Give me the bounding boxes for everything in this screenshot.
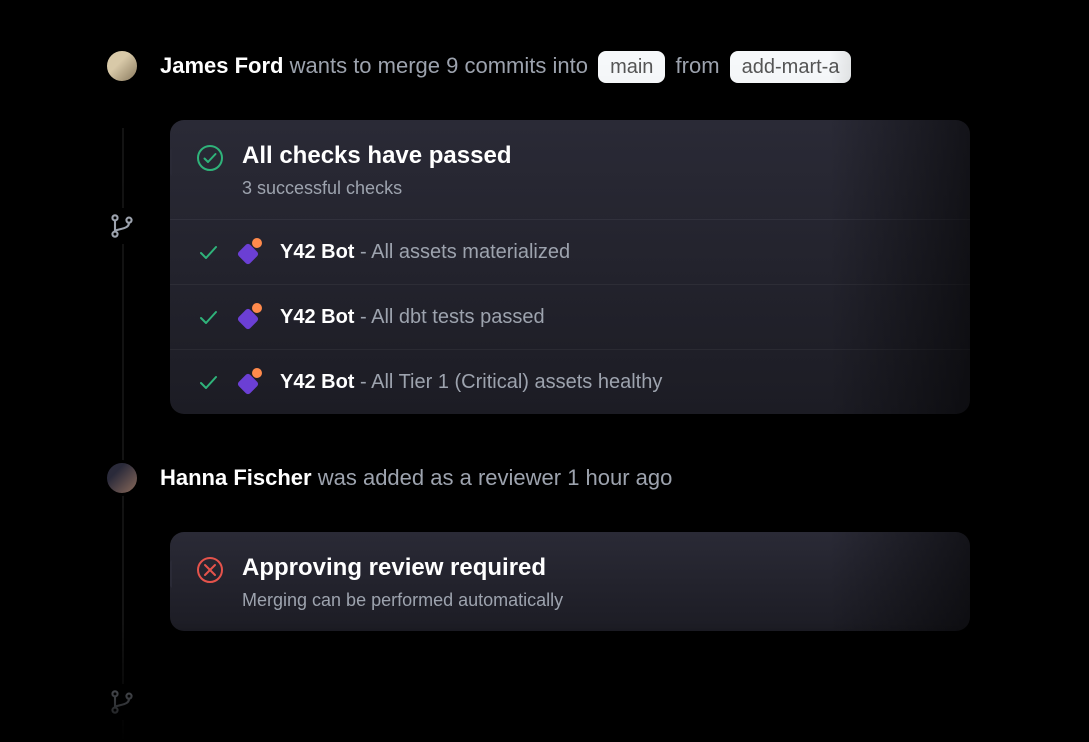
- timeline-event-reviewer-added: Hanna Fischer was added as a reviewer 1 …: [104, 460, 1089, 496]
- timeline-event-merge-request: James Ford wants to merge 9 commits into…: [104, 48, 1089, 84]
- event-description: James Ford wants to merge 9 commits into…: [160, 48, 855, 84]
- card-subtitle: Merging can be performed automatically: [242, 590, 563, 611]
- check-row[interactable]: Y42 Bot - All dbt tests passed: [170, 285, 970, 350]
- check-text: Y42 Bot - All Tier 1 (Critical) assets h…: [280, 368, 662, 396]
- card-pointer: [170, 560, 172, 588]
- event-author[interactable]: James Ford: [160, 53, 284, 78]
- target-branch-tag[interactable]: main: [598, 51, 665, 83]
- check-row[interactable]: Y42 Bot - All assets materialized: [170, 220, 970, 285]
- check-text: Y42 Bot - All dbt tests passed: [280, 303, 545, 331]
- checks-status-card: All checks have passed 3 successful chec…: [170, 120, 970, 414]
- source-branch-tag[interactable]: add-mart-a: [730, 51, 852, 83]
- card-header: All checks have passed 3 successful chec…: [170, 120, 970, 220]
- check-text: Y42 Bot - All assets materialized: [280, 238, 570, 266]
- y42-bot-icon: [236, 238, 264, 266]
- error-circle-icon: [196, 556, 224, 584]
- success-circle-icon: [196, 144, 224, 172]
- checkmark-icon: [196, 240, 220, 264]
- fade-overlay-bottom: [0, 622, 1089, 742]
- event-description: Hanna Fischer was added as a reviewer 1 …: [160, 460, 672, 496]
- card-header: Approving review required Merging can be…: [170, 532, 970, 631]
- card-subtitle: 3 successful checks: [242, 178, 511, 199]
- git-branch-icon: [104, 208, 140, 244]
- checkmark-icon: [196, 370, 220, 394]
- y42-bot-icon: [236, 368, 264, 396]
- checkmark-icon: [196, 305, 220, 329]
- card-title: All checks have passed: [242, 142, 511, 170]
- git-branch-icon: [104, 684, 140, 720]
- event-author[interactable]: Hanna Fischer: [160, 465, 312, 490]
- avatar[interactable]: [104, 48, 140, 84]
- y42-bot-icon: [236, 303, 264, 331]
- card-pointer: [170, 148, 172, 176]
- card-title: Approving review required: [242, 554, 563, 582]
- review-status-card: Approving review required Merging can be…: [170, 532, 970, 631]
- avatar[interactable]: [104, 460, 140, 496]
- check-row[interactable]: Y42 Bot - All Tier 1 (Critical) assets h…: [170, 350, 970, 414]
